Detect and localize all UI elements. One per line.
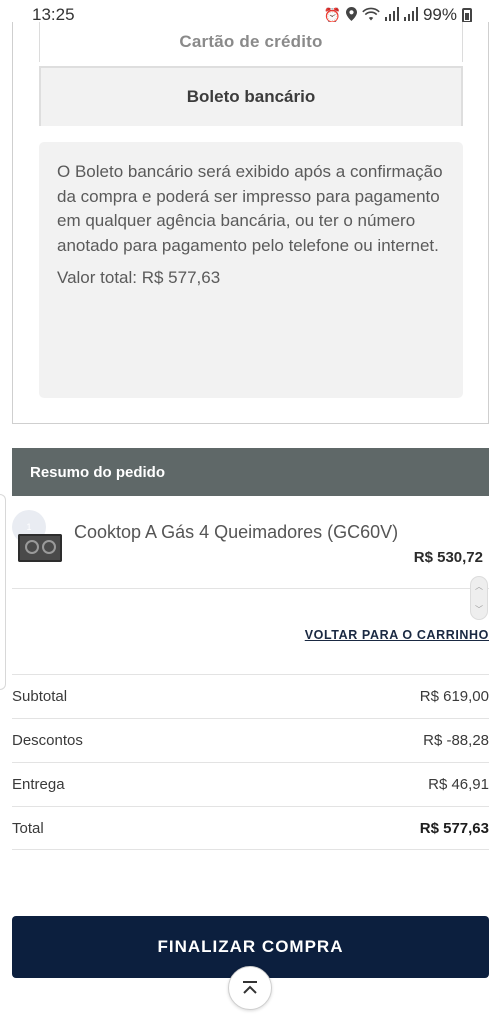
item-price: R$ 530,72 — [413, 549, 483, 566]
boleto-total-value: Valor total: R$ 577,63 — [57, 268, 221, 287]
location-icon — [345, 6, 357, 24]
signal-icon — [384, 6, 399, 24]
scroll-to-top-icon — [243, 981, 257, 994]
total-row: Total R$ 577,63 — [12, 806, 489, 850]
order-summary-title: Resumo do pedido — [30, 463, 165, 481]
payment-option-boleto[interactable]: Boleto bancário — [39, 66, 463, 126]
item-name: Cooktop A Gás 4 Queimadores (GC60V) — [74, 522, 399, 542]
back-to-cart-link[interactable]: VOLTAR PARA O CARRINHO — [305, 628, 489, 642]
shipping-label: Entrega — [12, 776, 65, 793]
subtotal-row: Subtotal R$ 619,00 — [12, 674, 489, 718]
payment-option-credit-card[interactable]: Cartão de crédito — [39, 22, 463, 62]
subtotal-label: Subtotal — [12, 688, 68, 705]
shipping-value: R$ 46,91 — [428, 776, 489, 793]
order-summary-header: Resumo do pedido — [12, 448, 489, 496]
payment-methods-card: Cartão de crédito Boleto bancário O Bole… — [12, 22, 489, 424]
chevron-down-icon[interactable]: ﹀ — [475, 604, 483, 615]
total-value: R$ 577,63 — [419, 819, 489, 837]
item-list-scroll-control[interactable]: ︿ ﹀ — [470, 576, 488, 620]
boleto-info-panel: O Boleto bancário será exibido após a co… — [39, 142, 463, 398]
alarm-icon: ⏰ — [323, 6, 341, 23]
cart-item: 1 Cooktop A Gás 4 Queimadores (GC60V) R$… — [12, 506, 489, 588]
order-totals: Subtotal R$ 619,00 Descontos R$ -88,28 E… — [12, 674, 489, 850]
divider — [12, 588, 489, 589]
subtotal-value: R$ 619,00 — [419, 688, 489, 705]
discount-row: Descontos R$ -88,28 — [12, 718, 489, 762]
discount-value: R$ -88,28 — [423, 732, 489, 749]
wifi-icon — [362, 7, 380, 24]
discount-label: Descontos — [12, 732, 83, 749]
battery-icon — [462, 7, 472, 23]
shipping-row: Entrega R$ 46,91 — [12, 762, 489, 806]
cooktop-thumb-icon — [18, 534, 62, 562]
side-panel-handle[interactable] — [0, 494, 6, 690]
signal-icon — [403, 6, 418, 24]
chevron-up-icon[interactable]: ︿ — [475, 581, 483, 592]
total-label: Total — [12, 819, 44, 837]
boleto-description: O Boleto bancário será exibido após a co… — [57, 162, 443, 255]
scroll-to-top-button[interactable] — [228, 966, 272, 1010]
